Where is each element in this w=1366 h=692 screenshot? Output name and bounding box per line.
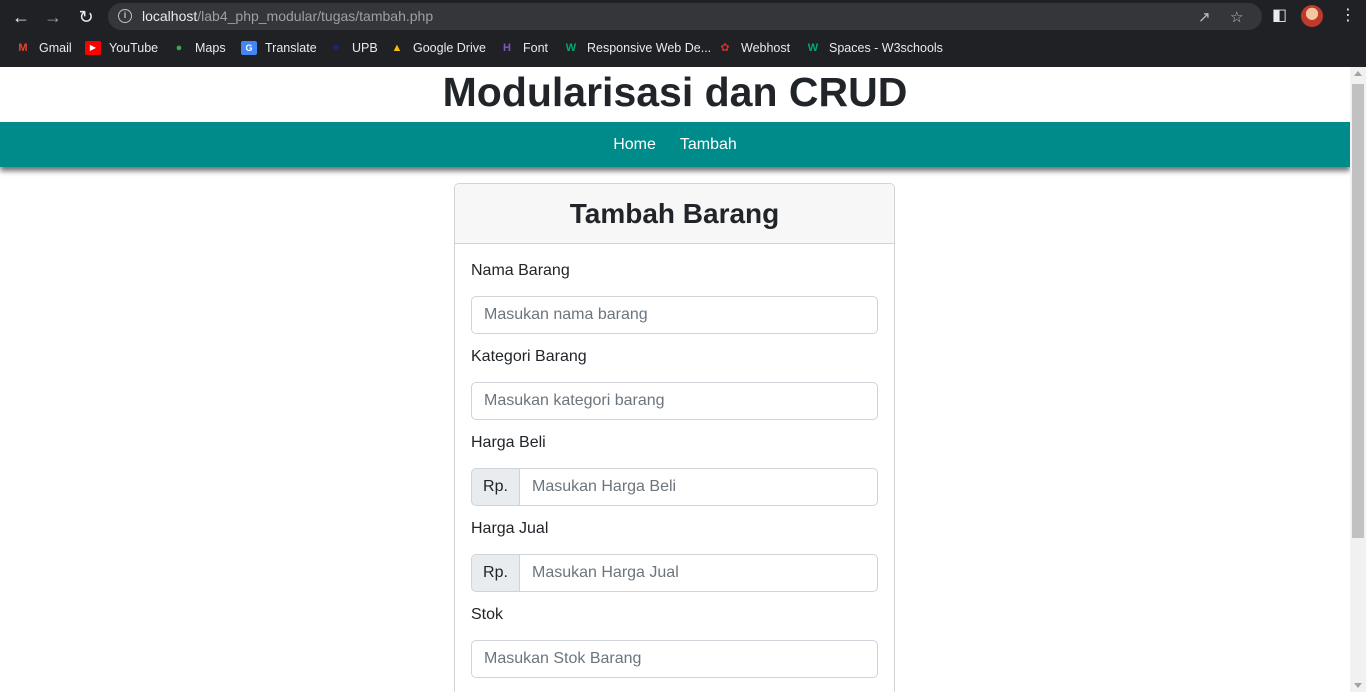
- bookmark-youtube[interactable]: ▶ YouTube: [85, 36, 158, 60]
- currency-prefix: Rp.: [471, 554, 519, 592]
- bookmark-maps[interactable]: ● Maps: [171, 36, 226, 60]
- scroll-up-icon[interactable]: [1354, 71, 1362, 76]
- harga-jual-input[interactable]: [519, 554, 878, 592]
- card-header: Tambah Barang: [455, 184, 894, 244]
- field-harga-jual: Harga Jual Rp.: [471, 520, 878, 592]
- address-bar[interactable]: i localhost/lab4_php_modular/tugas/tamba…: [108, 3, 1262, 30]
- youtube-icon: ▶: [85, 41, 101, 55]
- menu-icon[interactable]: ⋮: [1340, 5, 1356, 25]
- bookmark-spaces-w3schools[interactable]: W Spaces - W3schools: [805, 36, 943, 60]
- harga-beli-input-group: Rp.: [471, 468, 878, 506]
- nama-barang-input[interactable]: [471, 296, 878, 334]
- share-icon[interactable]: ↗: [1198, 8, 1211, 26]
- star-icon[interactable]: ☆: [1230, 8, 1243, 26]
- kategori-barang-input[interactable]: [471, 382, 878, 420]
- url-text: localhost/lab4_php_modular/tugas/tambah.…: [142, 8, 434, 24]
- drive-icon: ▲: [391, 42, 403, 54]
- nav-home-link[interactable]: Home: [613, 136, 656, 154]
- stok-input[interactable]: [471, 640, 878, 678]
- scrollbar-thumb[interactable]: [1352, 84, 1364, 538]
- upb-icon: ★: [331, 42, 341, 54]
- field-stok: Stok: [471, 606, 878, 678]
- bookmarks-bar: M Gmail ▶ YouTube ● Maps G Translate ★ UPB ▲ G…: [0, 36, 1366, 60]
- field-label: Harga Beli: [471, 434, 546, 451]
- field-nama-barang: Nama Barang: [471, 262, 878, 334]
- bookmark-translate[interactable]: G Translate: [241, 36, 317, 60]
- bookmark-font[interactable]: H Font: [499, 36, 548, 60]
- profile-avatar[interactable]: [1301, 5, 1323, 27]
- harga-jual-input-group: Rp.: [471, 554, 878, 592]
- add-item-card: Tambah Barang Nama Barang Kategori Baran…: [454, 183, 895, 692]
- field-label: Harga Jual: [471, 520, 549, 537]
- w3schools-icon: W: [807, 42, 819, 54]
- harga-beli-input[interactable]: [519, 468, 878, 506]
- card-title: Tambah Barang: [569, 197, 780, 229]
- w3schools-icon: W: [565, 42, 577, 54]
- browser-chrome: ← → ↻ i localhost/lab4_php_modular/tugas…: [0, 0, 1366, 67]
- field-kategori-barang: Kategori Barang: [471, 348, 878, 420]
- currency-prefix: Rp.: [471, 468, 519, 506]
- nav-tambah-link[interactable]: Tambah: [680, 136, 737, 154]
- field-label: Kategori Barang: [471, 348, 587, 365]
- page-viewport: Modularisasi dan CRUD Home Tambah Tambah…: [0, 67, 1350, 692]
- font-icon: H: [503, 42, 511, 54]
- field-label: Stok: [471, 606, 504, 623]
- bookmark-webhost[interactable]: ✿ Webhost: [717, 36, 790, 60]
- browser-toolbar: ← → ↻ i localhost/lab4_php_modular/tugas…: [0, 0, 1366, 33]
- reload-icon[interactable]: ↻: [74, 5, 98, 29]
- bookmark-google-drive[interactable]: ▲ Google Drive: [389, 36, 486, 60]
- bookmark-gmail[interactable]: M Gmail: [15, 36, 71, 60]
- navbar: Home Tambah: [0, 122, 1350, 167]
- back-icon[interactable]: ←: [9, 5, 33, 29]
- maps-icon: ●: [175, 42, 183, 54]
- translate-icon: G: [241, 41, 257, 55]
- side-panel-icon[interactable]: ◧: [1272, 5, 1287, 25]
- bookmark-responsive-web[interactable]: W Responsive Web De...: [563, 36, 711, 60]
- field-label: Nama Barang: [471, 262, 570, 279]
- site-info-icon[interactable]: i: [118, 9, 132, 23]
- scroll-down-icon[interactable]: [1354, 683, 1362, 688]
- field-harga-beli: Harga Beli Rp.: [471, 434, 878, 506]
- bookmark-upb[interactable]: ★ UPB: [328, 36, 378, 60]
- forward-icon[interactable]: →: [41, 5, 65, 29]
- webhost-icon: ✿: [720, 42, 730, 54]
- site-title: Modularisasi dan CRUD: [442, 69, 908, 115]
- page-scrollbar[interactable]: [1350, 67, 1366, 692]
- gmail-icon: M: [18, 42, 28, 54]
